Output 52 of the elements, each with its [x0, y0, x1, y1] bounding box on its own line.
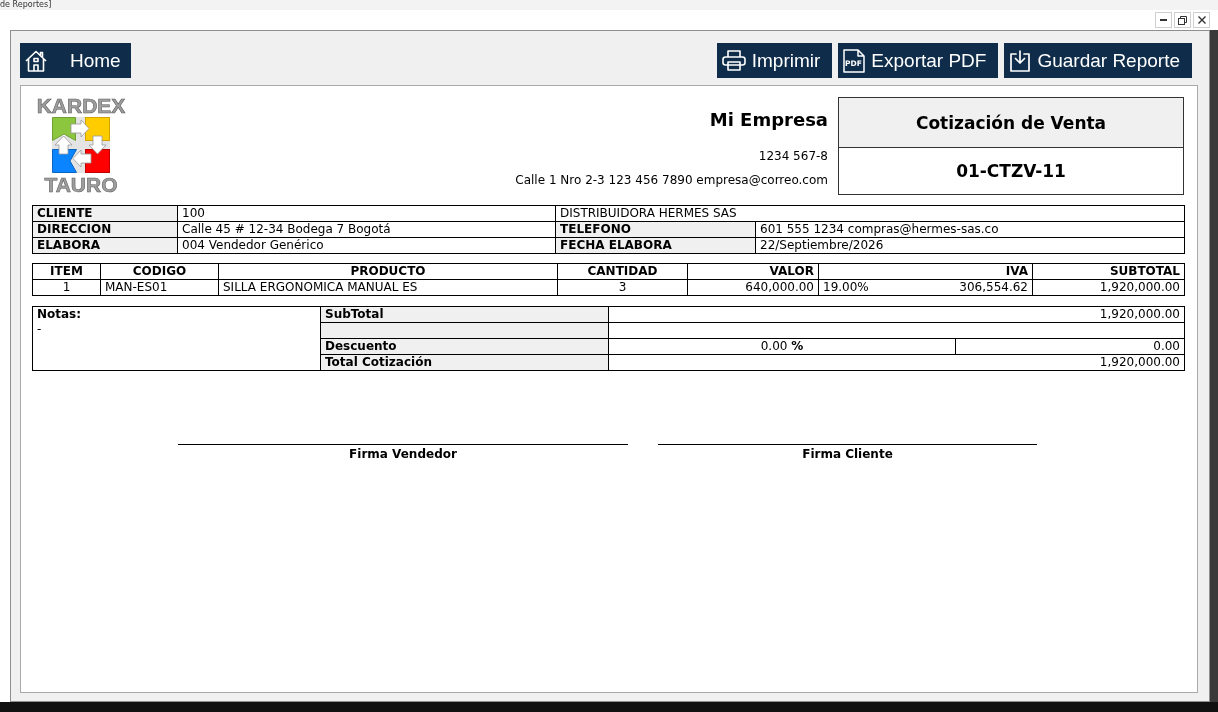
restore-icon — [1178, 15, 1187, 25]
table-cell: 1,920,000.00 — [1032, 279, 1185, 296]
notes-text: - — [37, 322, 42, 337]
column-header: CANTIDAD — [557, 263, 688, 280]
signature-label: Firma Vendedor — [349, 447, 457, 462]
column-header: VALOR — [687, 263, 819, 280]
column-header: CODIGO — [100, 263, 219, 280]
discount-rate: 0.00 % — [608, 338, 956, 355]
company-contact: Calle 1 Nro 2-3 123 456 7890 empresa@correo.com — [515, 173, 828, 188]
signature-label: Firma Cliente — [802, 447, 893, 462]
minimize-button[interactable] — [1155, 12, 1172, 28]
table-cell: 3 — [557, 279, 688, 296]
home-icon — [25, 49, 47, 72]
logo-icon — [52, 117, 110, 173]
field-value: 22/Septiembre/2026 — [755, 237, 1185, 254]
save-report-button[interactable]: Guardar Reporte — [1004, 43, 1192, 78]
document-title: Cotización de Venta — [839, 98, 1183, 148]
print-button[interactable]: Imprimir — [716, 43, 833, 78]
field-value: DISTRIBUIDORA HERMES SAS — [555, 205, 1185, 222]
company-name: Mi Empresa — [709, 109, 828, 131]
table-cell: 1 — [32, 279, 101, 296]
total-label: SubTotal — [320, 306, 609, 323]
table-cell: MAN-ES01 — [100, 279, 219, 296]
logo-text: KARDEX — [36, 97, 126, 114]
close-icon — [1197, 16, 1206, 24]
column-header: ITEM — [32, 263, 101, 280]
total-value: 1,920,000.00 — [608, 354, 1185, 371]
tax-amount: 306,554.62 — [959, 280, 1028, 295]
field-value: 004 Vendedor Genérico — [177, 237, 556, 254]
download-tray-icon — [1009, 49, 1032, 72]
notes-label: Notas: — [37, 307, 82, 322]
logo-text: TAURO — [44, 176, 118, 193]
column-header: IVA — [818, 263, 1033, 280]
restore-button[interactable] — [1174, 12, 1191, 28]
tax-rate: 19.00% — [823, 280, 869, 295]
minimize-icon — [1160, 19, 1167, 21]
column-header: PRODUCTO — [218, 263, 558, 280]
field-value: Calle 45 # 12-34 Bodega 7 Bogotá — [177, 221, 556, 238]
field-label: CLIENTE — [32, 205, 178, 222]
total-value: 1,920,000.00 — [608, 306, 1185, 323]
home-button[interactable]: Home — [20, 43, 131, 78]
field-value: 601 555 1234 compras@hermes-sas.co — [755, 221, 1185, 238]
company-id: 1234 567-8 — [758, 149, 828, 164]
table-cell: 640,000.00 — [687, 279, 819, 296]
window-title: de Reportes] — [0, 0, 52, 10]
close-button[interactable] — [1193, 12, 1210, 28]
document-number: 01-CTZV-11 — [955, 160, 1067, 183]
column-header: SUBTOTAL — [1032, 263, 1185, 280]
table-cell: SILLA ERGONOMICA MANUAL ES — [218, 279, 558, 296]
printer-icon — [721, 50, 746, 71]
total-value: 0.00 — [955, 338, 1185, 355]
field-value: 100 — [177, 205, 556, 222]
